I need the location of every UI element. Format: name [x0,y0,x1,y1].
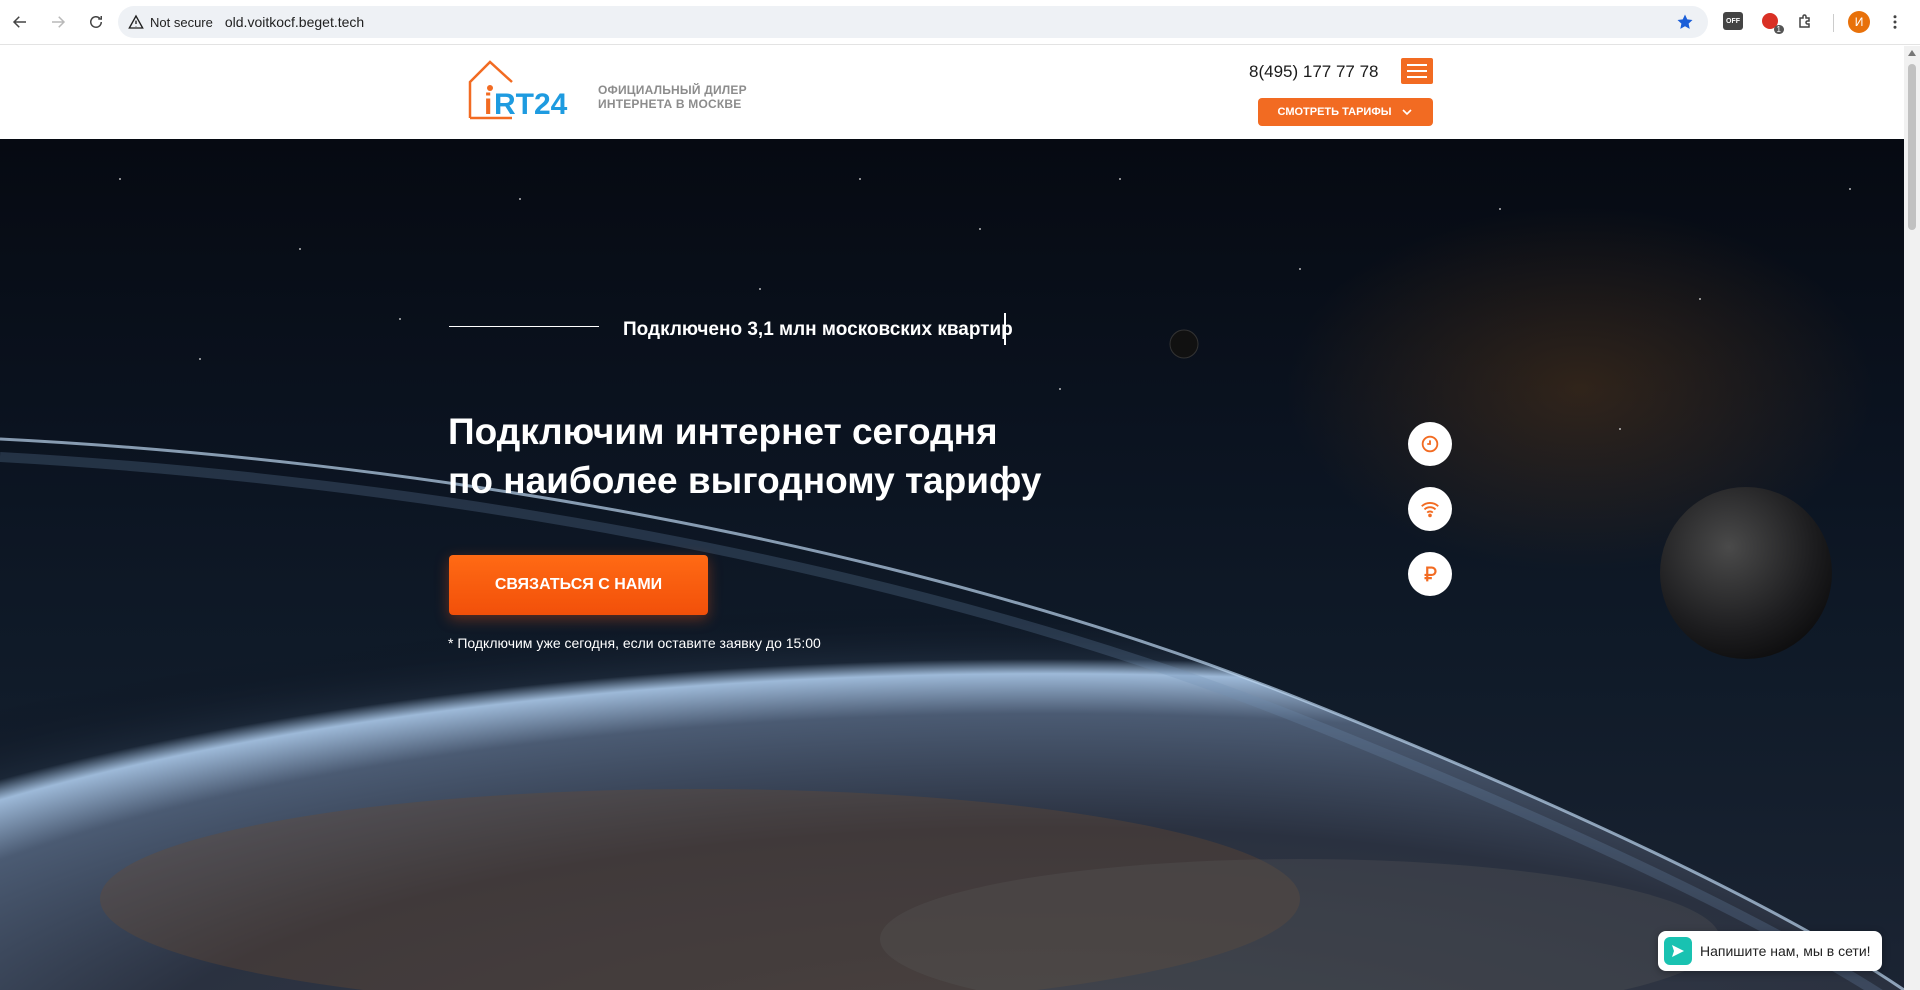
wifi-icon[interactable] [1408,487,1452,531]
extension-red-dot: 1 [1762,13,1784,34]
ruble-icon-glyph [1424,566,1437,582]
security-label: Not secure [150,14,213,30]
tagline-line-1: ОФИЦИАЛЬНЫЙ ДИЛЕР [598,83,747,97]
hero-footnote: * Подключим уже сегодня, если оставите з… [448,635,821,651]
hero-headline: Подключим интернет сегодня по наиболее в… [448,407,1041,505]
headline-line-1: Подключим интернет сегодня [448,411,998,452]
warning-icon [128,14,144,29]
hamburger-menu-button[interactable] [1401,58,1433,84]
connected-counter-text: Подключено 3,1 млн московских квартир [623,319,1013,340]
svg-text:RT24: RT24 [494,88,568,120]
view-tariffs-label: СМОТРЕТЬ ТАРИФЫ [1277,106,1392,118]
typing-cursor [1004,313,1006,345]
puzzle-icon [1799,14,1810,28]
scroll-up-arrow[interactable] [1908,50,1916,56]
clock-icon-glyph [1421,435,1439,453]
scroll-thumb[interactable] [1908,64,1916,230]
ruble-icon[interactable] [1408,552,1452,596]
extension-off-label: OFF [1726,17,1740,25]
page-scrollbar[interactable] [1904,46,1920,990]
url-text[interactable]: old.voitkocf.beget.tech [225,14,364,30]
contact-us-button[interactable]: СВЯЗАТЬСЯ С НАМИ [449,555,708,615]
headline-line-2: по наиболее выгодному тарифу [448,460,1042,501]
browser-menu-icon[interactable] [1884,11,1906,33]
clock-icon[interactable] [1408,422,1452,466]
burger-line [1407,70,1427,72]
counter-divider-line [449,326,599,327]
arrow-right-icon [52,16,66,28]
address-bar[interactable]: Not secure old.voitkocf.beget.tech [118,6,1708,38]
security-indicator[interactable]: Not secure [128,14,225,30]
view-tariffs-button[interactable]: СМОТРЕТЬ ТАРИФЫ [1258,98,1433,126]
reload-icon [90,16,102,28]
site-tagline: ОФИЦИАЛЬНЫЙ ДИЛЕР ИНТЕРНЕТА В МОСКВЕ [598,83,747,111]
extensions-puzzle-icon[interactable] [1795,10,1817,32]
burger-line [1407,64,1427,66]
arrow-left-icon [12,16,26,28]
site-logo[interactable]: i RT24 [468,60,572,120]
hero-section: Подключено 3,1 млн московских квартир По… [0,139,1904,990]
toolbar-divider [1833,14,1834,32]
tagline-line-2: ИНТЕРНЕТА В МОСКВЕ [598,97,742,111]
extension-off-icon[interactable]: OFF [1723,12,1743,30]
back-button[interactable] [2,4,38,40]
kebab-icon [1893,15,1897,29]
chevron-down-icon [1402,109,1413,116]
extension-badge: 1 [1773,25,1784,34]
phone-number[interactable]: 8(495) 177 77 78 [1249,62,1379,82]
svg-text:i: i [484,88,492,120]
forward-button[interactable] [40,4,76,40]
bookmark-star-icon[interactable] [1676,13,1694,31]
profile-avatar[interactable]: И [1848,11,1870,33]
extension-red-icon[interactable]: 1 [1759,10,1784,34]
site-header: i RT24 ОФИЦИАЛЬНЫЙ ДИЛЕР ИНТЕРНЕТА В МОС… [0,46,1904,139]
send-arrow-icon [1672,945,1684,957]
reload-button[interactable] [78,4,114,40]
browser-toolbar: Not secure old.voitkocf.beget.tech OFF 1… [0,0,1920,45]
earth-space-background [0,178,1904,990]
chat-label: Напишите нам, мы в сети! [1700,943,1871,959]
chat-widget[interactable]: Напишите нам, мы в сети! [1658,931,1882,971]
chat-icon [1664,937,1692,965]
burger-line [1407,76,1427,78]
wifi-icon-glyph [1421,502,1439,518]
